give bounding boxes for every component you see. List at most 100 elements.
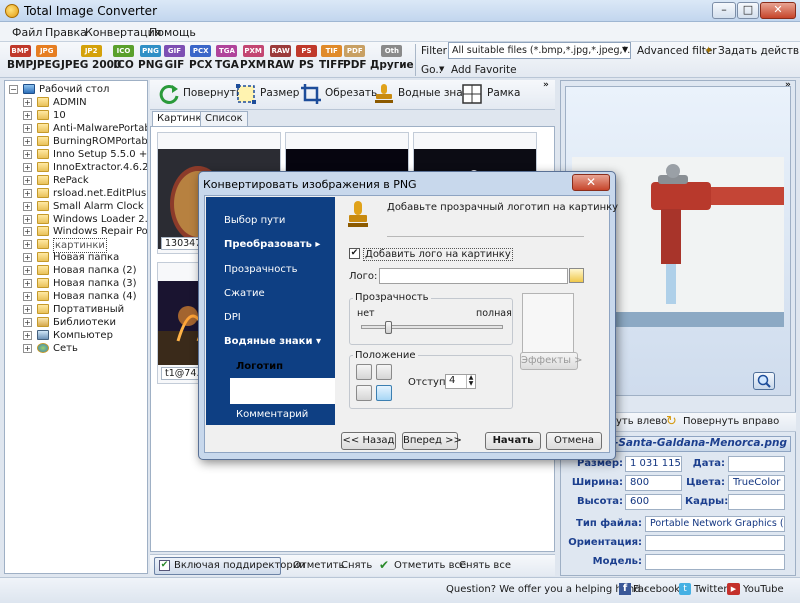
rotate-button[interactable]: Повернуть bbox=[183, 87, 242, 99]
format-button-png[interactable]: PNG PNG bbox=[138, 45, 163, 71]
folder-open-icon[interactable] bbox=[569, 268, 584, 283]
start-button[interactable]: Начать bbox=[485, 432, 541, 450]
tree-item[interactable]: + Inno Setup 5.5.0 + Rus bbox=[5, 148, 147, 161]
format-button-ps[interactable]: PS PS bbox=[296, 45, 317, 71]
crop-button[interactable]: Обрезать bbox=[325, 87, 377, 99]
dialog-nav-item[interactable]: DPI bbox=[224, 312, 241, 323]
expand-icon[interactable]: + bbox=[23, 110, 32, 120]
expand-icon[interactable]: + bbox=[23, 123, 32, 133]
maximize-button[interactable]: □ bbox=[737, 2, 759, 19]
tree-item[interactable]: + Новая папка (2) bbox=[5, 264, 147, 277]
tree-item[interactable]: + Компьютер bbox=[5, 329, 147, 342]
format-button-tga[interactable]: TGA TGA bbox=[215, 45, 239, 71]
crop-icon[interactable] bbox=[300, 83, 322, 105]
frame-icon[interactable] bbox=[461, 83, 483, 105]
rotate-right-button[interactable]: Повернуть вправо bbox=[683, 416, 779, 427]
expand-icon[interactable]: + bbox=[23, 318, 32, 328]
expand-icon[interactable]: + bbox=[23, 253, 32, 263]
zoom-button[interactable] bbox=[753, 372, 775, 390]
tree-item[interactable]: +10 bbox=[5, 109, 147, 122]
expand-icon[interactable]: + bbox=[23, 201, 32, 211]
filter-dropdown[interactable]: All suitable files (*.bmp,*.jpg,*.jpeg,*… bbox=[448, 42, 631, 59]
chevron-down-icon[interactable]: ▼ bbox=[439, 65, 444, 73]
tree-item[interactable]: + Small Alarm Clock bbox=[5, 200, 147, 213]
logo-path-input[interactable] bbox=[379, 268, 568, 284]
menu-edit[interactable]: Правка bbox=[45, 26, 87, 39]
mark-all-button[interactable]: Отметить все bbox=[394, 560, 466, 571]
include-subdirs-toggle[interactable]: ✔ Включая поддиректории bbox=[154, 557, 306, 575]
expand-icon[interactable]: + bbox=[23, 136, 32, 146]
rotate-icon[interactable] bbox=[158, 83, 180, 105]
slider-thumb[interactable] bbox=[384, 321, 392, 334]
position-bottom-left[interactable] bbox=[356, 385, 372, 401]
tree-item[interactable]: + Новая папка bbox=[5, 251, 147, 264]
facebook-link[interactable]: Facebook bbox=[633, 584, 680, 595]
format-button-другие[interactable]: Oth Другие bbox=[370, 45, 414, 71]
expand-icon[interactable]: + bbox=[23, 162, 32, 172]
rotate-left-button[interactable]: уть влево bbox=[616, 416, 667, 427]
minimize-button[interactable]: – bbox=[712, 2, 736, 19]
expand-icon[interactable]: + bbox=[23, 227, 32, 237]
dialog-nav-item[interactable]: Сжатие bbox=[224, 288, 265, 299]
expand-icon[interactable]: + bbox=[23, 175, 32, 185]
unmark-button[interactable]: Снять bbox=[341, 560, 372, 571]
position-bottom-right[interactable] bbox=[376, 385, 392, 401]
dialog-nav-item[interactable]: Прозрачность bbox=[224, 264, 298, 275]
dialog-nav-item[interactable]: Комментарий bbox=[236, 409, 308, 420]
dialog-nav-item[interactable]: Рамка bbox=[236, 385, 268, 396]
menu-help[interactable]: Помощь bbox=[149, 26, 196, 39]
format-button-bmp[interactable]: BMP BMP bbox=[7, 45, 33, 71]
expand-icon[interactable]: + bbox=[23, 214, 32, 224]
close-button[interactable]: ✕ bbox=[760, 2, 796, 19]
menu-file[interactable]: Файл bbox=[12, 26, 42, 39]
format-button-raw[interactable]: RAW RAW bbox=[267, 45, 294, 71]
expand-toolbar-icon[interactable]: » bbox=[543, 80, 549, 90]
dialog-nav-item[interactable]: Водяные знаки ▾ bbox=[224, 336, 321, 347]
folder-tree[interactable]: − Рабочий стол + ADMIN +10 + Anti-MalwarePorta… bbox=[4, 80, 148, 574]
tree-item[interactable]: + картинки bbox=[5, 238, 147, 254]
youtube-icon[interactable]: ▶ bbox=[727, 583, 740, 595]
expand-icon[interactable]: + bbox=[23, 97, 32, 107]
offset-spinner-icon[interactable]: ▲ ▼ bbox=[466, 375, 475, 388]
tree-item[interactable]: + BurningROMPortable bbox=[5, 135, 147, 148]
position-top-left[interactable] bbox=[356, 364, 372, 380]
add-logo-label[interactable]: Добавить лого на картинку bbox=[363, 248, 513, 261]
expand-icon[interactable]: + bbox=[23, 305, 32, 315]
resize-icon[interactable] bbox=[235, 83, 257, 105]
tree-item[interactable]: − Рабочий стол bbox=[5, 83, 147, 96]
dialog-close-button[interactable]: ✕ bbox=[572, 174, 610, 191]
mark-button[interactable]: Отметить bbox=[293, 560, 344, 571]
effects-button[interactable]: Эффекты > bbox=[520, 352, 583, 370]
add-logo-checkbox[interactable]: ✔ bbox=[349, 248, 360, 259]
tree-item[interactable]: + rsload.net.EditPlus.3.70.1 bbox=[5, 187, 147, 200]
tree-item[interactable]: + Библиотеки bbox=[5, 316, 147, 329]
format-button-jpeg[interactable]: JPG JPEG bbox=[33, 45, 60, 71]
format-button-ico[interactable]: ICO ICO bbox=[113, 45, 134, 71]
format-button-pcx[interactable]: PCX PCX bbox=[189, 45, 213, 71]
next-button[interactable]: Вперед >> bbox=[402, 432, 462, 450]
position-top-right[interactable] bbox=[376, 364, 392, 380]
facebook-icon[interactable]: f bbox=[619, 583, 631, 595]
twitter-link[interactable]: Twitter bbox=[694, 584, 728, 595]
expand-icon[interactable]: + bbox=[23, 266, 32, 276]
youtube-link[interactable]: YouTube bbox=[743, 584, 784, 595]
expand-icon[interactable]: + bbox=[23, 292, 32, 302]
tab-list[interactable]: Список bbox=[200, 111, 248, 126]
expand-icon[interactable]: + bbox=[23, 331, 32, 341]
expand-icon[interactable]: + bbox=[23, 149, 32, 159]
tree-item[interactable]: + Новая папка (4) bbox=[5, 290, 147, 303]
transparency-slider[interactable] bbox=[361, 321, 503, 334]
expand-icon[interactable]: + bbox=[23, 279, 32, 289]
tree-item[interactable]: + Портативный bbox=[5, 303, 147, 316]
twitter-icon[interactable]: t bbox=[679, 583, 691, 595]
format-button-pdf[interactable]: PDF PDF bbox=[343, 45, 367, 71]
format-button-tiff[interactable]: TIF TIFF bbox=[319, 45, 344, 71]
dialog-nav-item[interactable]: Логотип bbox=[236, 361, 283, 372]
expand-icon[interactable]: + bbox=[23, 240, 32, 250]
tree-item[interactable]: + Новая папка (3) bbox=[5, 277, 147, 290]
tree-item[interactable]: + Сеть bbox=[5, 342, 147, 355]
back-button[interactable]: << Назад bbox=[341, 432, 396, 450]
unmark-all-button[interactable]: Снять все bbox=[459, 560, 511, 571]
resize-button[interactable]: Размер bbox=[260, 87, 299, 99]
stamp-icon[interactable] bbox=[373, 83, 395, 105]
